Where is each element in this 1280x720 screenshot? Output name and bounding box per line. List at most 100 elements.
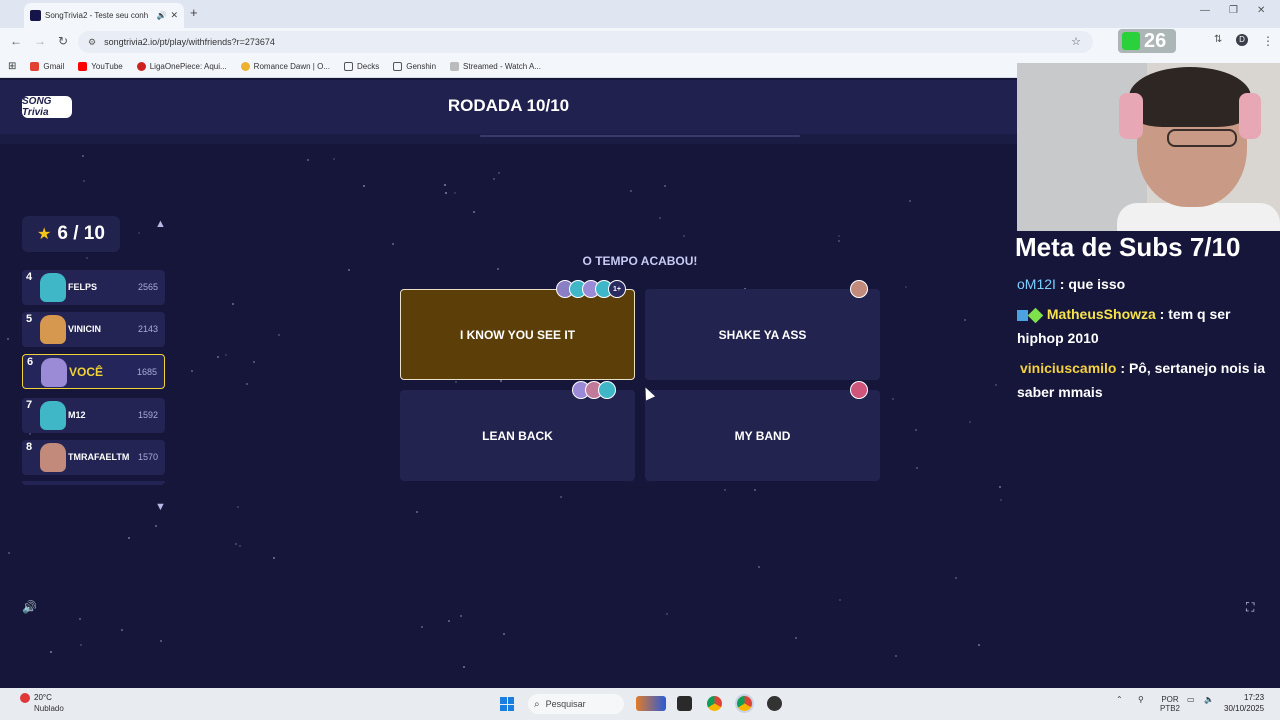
star-dot: [683, 235, 685, 237]
tray-app-icon[interactable]: ⚲: [1138, 695, 1144, 704]
star-dot: [235, 543, 237, 545]
webcam-counter: 26: [1144, 29, 1167, 52]
chat-text: que isso: [1068, 276, 1126, 292]
star-dot: [916, 467, 918, 469]
clock-date: 30/10/2025: [1224, 704, 1265, 713]
leaderboard-score: 1592: [137, 410, 158, 420]
language-indicator[interactable]: POR PTB2: [1160, 695, 1180, 713]
star-dot: [454, 192, 456, 194]
bookmark-ligaonepiece[interactable]: LigaOnePiece: Aqui...: [136, 62, 227, 71]
star-dot: [79, 618, 81, 620]
bookmark-youtube[interactable]: YouTube: [78, 62, 123, 71]
extensions-icon[interactable]: ⇅: [1214, 34, 1222, 45]
headset-icon: [1119, 93, 1143, 139]
answer-option[interactable]: MY BAND: [645, 390, 880, 481]
volume-icon[interactable]: 🔊: [22, 600, 37, 614]
leaderboard-rank: 5: [26, 313, 33, 325]
speaker-icon[interactable]: 🔈: [1204, 695, 1214, 704]
star-dot: [664, 185, 666, 187]
weather-temperature: 20°C: [34, 693, 52, 702]
answer-option[interactable]: SHAKE YA ASS: [645, 289, 880, 380]
audio-icon[interactable]: 🔊: [156, 11, 166, 20]
chrome-icon[interactable]: [707, 696, 722, 711]
star-dot: [455, 381, 457, 383]
leaderboard-scroll-up-icon[interactable]: ▲: [155, 218, 166, 230]
star-dot: [460, 615, 462, 617]
weather-description: Nublado: [34, 704, 64, 713]
leaderboard-scroll-down-icon[interactable]: ▼: [155, 501, 166, 513]
subs-goal-title: Meta de Subs 7/10: [1015, 232, 1241, 262]
star-dot: [473, 211, 475, 213]
leaderboard-name: FELPS: [68, 282, 98, 292]
leaderboard-row: 4 FELPS 2565: [22, 270, 165, 305]
close-window-icon[interactable]: ✕: [1257, 5, 1265, 16]
task-view-icon[interactable]: [677, 696, 692, 711]
bookmark-decks[interactable]: Decks: [344, 62, 379, 71]
star-dot: [758, 566, 760, 568]
star-dot: [444, 184, 446, 186]
star-dot: [191, 370, 193, 372]
bookmark-genshin[interactable]: Genshin: [393, 62, 436, 71]
webcam-person-shirt: [1117, 203, 1280, 231]
weather-icon[interactable]: [20, 693, 30, 703]
leaderboard-name: TMRAFAELTM: [68, 452, 130, 462]
star-dot: [995, 384, 997, 386]
taskbar-search[interactable]: ⌕ Pesquisar: [528, 694, 624, 714]
star-dot: [82, 155, 84, 157]
minimize-icon[interactable]: —: [1200, 5, 1210, 16]
green-logo-icon: [1122, 32, 1140, 50]
chat-message: viniciuscamilo : Pô, sertanejo nois ia s…: [1017, 360, 1266, 400]
chrome-active-icon[interactable]: [737, 696, 752, 711]
leaderboard-next-row: [22, 481, 165, 485]
browser-tab[interactable]: SongTrivia2 - Teste seu conh 🔊 ✕: [24, 3, 184, 28]
bookmark-streamed[interactable]: Streamed - Watch A...: [450, 62, 541, 71]
star-dot: [445, 192, 447, 194]
menu-icon[interactable]: ⋮: [1262, 34, 1274, 48]
star-dot: [246, 383, 248, 385]
answer-voters: [850, 381, 868, 399]
network-icon[interactable]: ▭: [1187, 695, 1195, 704]
reload-icon[interactable]: ↻: [58, 34, 68, 48]
bookmark-romance-dawn[interactable]: Romance Dawn | O...: [240, 62, 330, 71]
profile-avatar[interactable]: D: [1236, 34, 1248, 46]
site-info-icon[interactable]: ⚙: [88, 37, 96, 48]
forward-icon[interactable]: →: [34, 34, 46, 48]
system-clock[interactable]: 17:23 30/10/2025: [1224, 692, 1264, 714]
voter-avatar: [598, 381, 616, 399]
apps-icon[interactable]: ⊞: [8, 61, 16, 72]
widgets-icon[interactable]: [636, 696, 666, 711]
star-dot: [724, 489, 726, 491]
chat-username: MatheusShowza: [1046, 306, 1156, 322]
star-dot: [754, 489, 756, 491]
leaderboard-name: M12: [68, 410, 86, 420]
back-icon[interactable]: ←: [10, 34, 22, 48]
answer-option[interactable]: LEAN BACK: [400, 390, 635, 481]
close-tab-icon[interactable]: ✕: [170, 10, 178, 21]
star-dot: [999, 486, 1001, 488]
windows-start-icon[interactable]: [500, 697, 514, 711]
bookmark-gmail[interactable]: Gmail: [30, 62, 64, 71]
new-tab-button[interactable]: +: [190, 5, 198, 20]
round-title: RODADA 10/10: [447, 96, 570, 115]
tray-expand-icon[interactable]: ⌃: [1116, 695, 1123, 704]
star-dot: [416, 511, 418, 513]
star-dot: [121, 629, 123, 631]
webcam-overlay: [1017, 63, 1280, 231]
app-icon[interactable]: [767, 696, 782, 711]
star-dot: [978, 644, 980, 646]
leaderboard-score: 2143: [137, 324, 158, 334]
headset-icon: [1239, 93, 1261, 139]
answer-option-correct[interactable]: I KNOW YOU SEE IT: [400, 289, 635, 380]
site-favicon-icon: [30, 10, 41, 21]
address-bar[interactable]: ⚙ songtrivia2.io/pt/play/withfriends?r=2…: [78, 31, 1093, 53]
star-dot: [50, 651, 52, 653]
fullscreen-icon[interactable]: ⛶: [1246, 600, 1254, 615]
restore-icon[interactable]: ❐: [1229, 5, 1238, 16]
star-dot: [905, 286, 907, 288]
leaderboard-score: 2565: [137, 282, 158, 292]
avatar: [40, 443, 66, 472]
tab-title: SongTrivia2 - Teste seu conh: [45, 11, 149, 20]
bookmark-star-icon[interactable]: ☆: [1071, 35, 1081, 48]
star-dot: [225, 354, 227, 356]
leaderboard-rank: 8: [26, 441, 33, 453]
